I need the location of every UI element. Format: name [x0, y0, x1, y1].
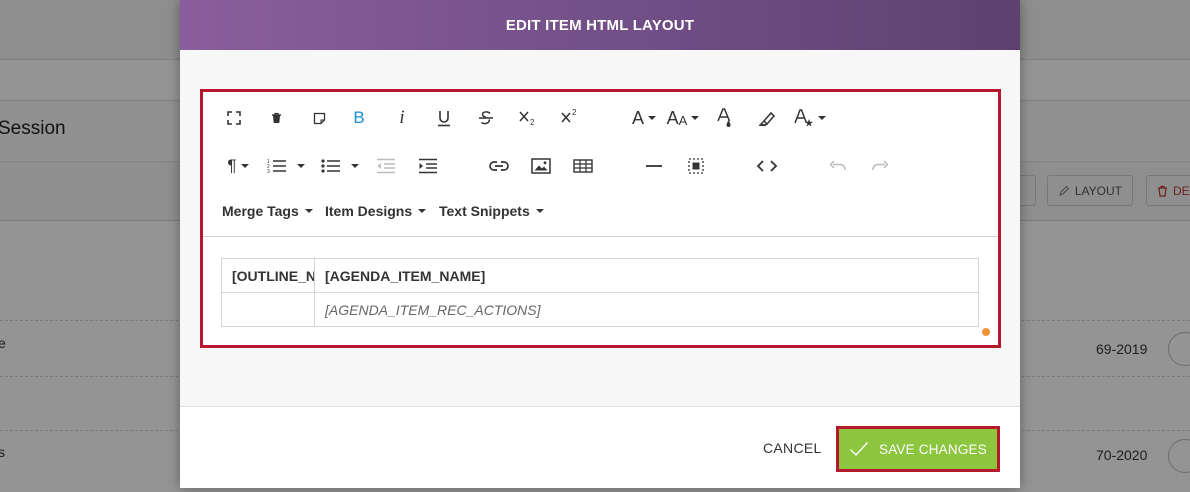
ordered-list-icon[interactable]: 123 — [265, 153, 307, 179]
redo-icon[interactable] — [870, 153, 890, 179]
image-icon[interactable] — [530, 153, 552, 179]
font-size-glyph-small: A — [678, 112, 688, 128]
chevron-down-icon — [351, 164, 359, 168]
unordered-list-icon[interactable] — [319, 153, 361, 179]
clear-format-icon[interactable] — [309, 105, 329, 131]
editor-toolbar: B i 2 2 A AA ¶ 1 2 3 Merge Tags Item Des… — [203, 92, 998, 237]
chevron-down-icon — [418, 209, 427, 213]
svg-text:3: 3 — [267, 169, 270, 174]
strikethrough-icon[interactable] — [476, 105, 496, 131]
save-changes-button[interactable]: SAVE CHANGES — [839, 429, 997, 469]
code-view-icon[interactable] — [755, 153, 779, 179]
outline-number-cell[interactable]: [OUTLINE_NUMBER] — [221, 258, 315, 293]
merge-tags-dropdown[interactable]: Merge Tags — [222, 203, 313, 219]
indent-icon[interactable] — [417, 153, 439, 179]
text-snippets-label: Text Snippets — [439, 203, 530, 219]
editor-content-area[interactable]: [OUTLINE_NUMBER] [AGENDA_ITEM_NAME] [AGE… — [203, 238, 998, 345]
checkmark-icon — [850, 442, 869, 457]
bold-icon[interactable]: B — [349, 105, 369, 131]
underline-icon[interactable] — [434, 105, 454, 131]
chevron-down-icon — [535, 209, 544, 213]
html-editor: B i 2 2 A AA ¶ 1 2 3 Merge Tags Item Des… — [200, 89, 1001, 348]
chevron-down-icon — [691, 116, 700, 120]
chevron-down-icon — [240, 164, 249, 168]
empty-cell[interactable] — [221, 292, 315, 327]
save-changes-label: SAVE CHANGES — [879, 441, 987, 457]
chevron-down-icon — [648, 116, 656, 120]
text-snippets-dropdown[interactable]: Text Snippets — [439, 203, 544, 219]
save-button-highlight: SAVE CHANGES — [836, 426, 1000, 472]
undo-icon[interactable] — [828, 153, 848, 179]
highlighter-icon[interactable] — [756, 105, 778, 131]
modal-footer: CANCEL SAVE CHANGES — [180, 406, 1020, 488]
table-row: [OUTLINE_NUMBER] [AGENDA_ITEM_NAME] — [221, 258, 979, 293]
link-icon[interactable] — [487, 153, 511, 179]
agenda-item-rec-actions-cell[interactable]: [AGENDA_ITEM_REC_ACTIONS] — [314, 292, 979, 327]
font-family-glyph: A — [631, 107, 644, 128]
select-all-icon[interactable] — [686, 153, 706, 179]
outdent-icon[interactable] — [375, 153, 397, 179]
italic-glyph: i — [399, 107, 405, 128]
paragraph-format-icon[interactable]: ¶ — [223, 153, 253, 179]
chevron-down-icon — [304, 209, 313, 213]
chevron-down-icon — [297, 164, 305, 168]
italic-icon[interactable]: i — [392, 105, 412, 131]
item-designs-dropdown[interactable]: Item Designs — [325, 203, 427, 219]
edit-layout-modal: EDIT ITEM HTML LAYOUT B i 2 2 A A A ¶ 1 … — [180, 0, 1020, 488]
svg-text:2: 2 — [572, 108, 577, 117]
svg-text:2: 2 — [530, 118, 535, 126]
fullscreen-icon[interactable] — [223, 105, 245, 131]
item-designs-label: Item Designs — [325, 203, 413, 219]
cancel-button[interactable]: CANCEL — [763, 440, 822, 456]
merge-tags-label: Merge Tags — [222, 203, 299, 219]
pilcrow-glyph: ¶ — [227, 156, 237, 175]
modal-title: EDIT ITEM HTML LAYOUT — [180, 0, 1020, 50]
trash-icon[interactable] — [266, 105, 286, 131]
bold-glyph: B — [353, 108, 365, 127]
font-family-icon[interactable]: A — [629, 105, 659, 131]
resize-handle[interactable] — [982, 328, 990, 336]
table-row: [AGENDA_ITEM_REC_ACTIONS] — [221, 292, 979, 327]
table-icon[interactable] — [571, 153, 595, 179]
layout-table: [OUTLINE_NUMBER] [AGENDA_ITEM_NAME] [AGE… — [221, 258, 979, 327]
agenda-item-name-cell[interactable]: [AGENDA_ITEM_NAME] — [314, 258, 979, 293]
horizontal-line-icon[interactable] — [644, 153, 664, 179]
subscript-icon[interactable]: 2 — [517, 105, 541, 131]
text-color-icon[interactable] — [715, 105, 735, 131]
font-size-glyph: A — [666, 107, 679, 128]
chevron-down-icon — [818, 116, 826, 120]
font-size-icon[interactable]: AA — [665, 105, 701, 131]
superscript-icon[interactable]: 2 — [559, 103, 583, 129]
text-style-icon[interactable] — [793, 105, 827, 131]
